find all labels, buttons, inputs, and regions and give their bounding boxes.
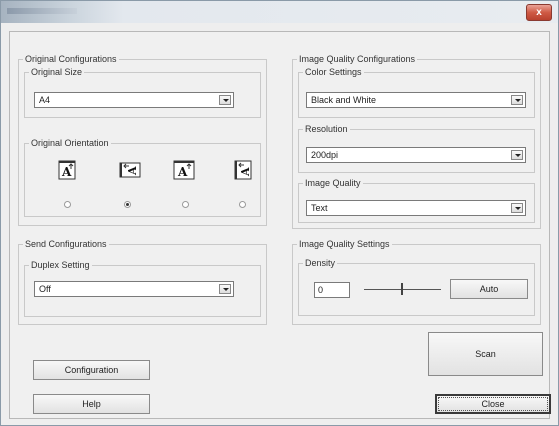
scan-button[interactable]: Scan: [428, 332, 543, 376]
orientation-radio-3[interactable]: [182, 201, 189, 208]
duplex-setting-select[interactable]: Off: [34, 281, 234, 297]
chevron-down-icon[interactable]: [511, 95, 523, 105]
scan-dialog-window: x Original Configurations Original Size …: [0, 0, 559, 426]
image-quality-label: Image Quality: [305, 178, 361, 188]
density-label: Density: [305, 258, 336, 268]
resolution-select[interactable]: 200dpi: [306, 147, 526, 163]
original-size-value: A4: [39, 95, 51, 105]
original-size-select[interactable]: A4: [34, 92, 234, 108]
duplex-setting-label: Duplex Setting: [31, 260, 90, 270]
close-button[interactable]: Close: [435, 394, 551, 414]
title-bar[interactable]: x: [1, 1, 558, 23]
resolution-label: Resolution: [305, 124, 348, 134]
send-configurations-title: Send Configurations: [25, 239, 107, 249]
original-configurations-title: Original Configurations: [25, 54, 117, 64]
landscape-right-orientation-icon[interactable]: A: [232, 160, 254, 180]
portrait-orientation-icon[interactable]: A: [56, 160, 78, 180]
image-quality-select[interactable]: Text: [306, 200, 526, 216]
title-decoration: [7, 8, 77, 14]
svg-text:A: A: [177, 165, 188, 179]
color-settings-label: Color Settings: [305, 67, 362, 77]
image-quality-settings-title: Image Quality Settings: [299, 239, 390, 249]
auto-button[interactable]: Auto: [450, 279, 528, 299]
orientation-radio-2[interactable]: [124, 201, 131, 208]
density-slider-thumb[interactable]: [401, 283, 403, 295]
orientation-radio-4[interactable]: [239, 201, 246, 208]
original-orientation-label: Original Orientation: [31, 138, 109, 148]
chevron-down-icon[interactable]: [511, 150, 523, 160]
configuration-button[interactable]: Configuration: [33, 360, 150, 380]
original-size-label: Original Size: [31, 67, 83, 77]
color-settings-select[interactable]: Black and White: [306, 92, 526, 108]
chevron-down-icon[interactable]: [511, 203, 523, 213]
help-button[interactable]: Help: [33, 394, 150, 414]
chevron-down-icon[interactable]: [219, 95, 231, 105]
window-close-button[interactable]: x: [526, 4, 552, 21]
svg-text:A: A: [61, 165, 72, 179]
portrait-upside-orientation-icon[interactable]: A: [173, 160, 195, 180]
image-quality-value: Text: [311, 203, 328, 213]
dialog-client-area: Original Configurations Original Size A4…: [9, 31, 551, 419]
duplex-setting-value: Off: [39, 284, 51, 294]
orientation-radio-1[interactable]: [64, 201, 71, 208]
chevron-down-icon[interactable]: [219, 284, 231, 294]
density-input[interactable]: 0: [314, 282, 350, 298]
color-settings-value: Black and White: [311, 95, 377, 105]
svg-text:A: A: [126, 166, 139, 176]
image-quality-configurations-title: Image Quality Configurations: [299, 54, 416, 64]
resolution-value: 200dpi: [311, 150, 339, 160]
svg-text:A: A: [239, 167, 252, 177]
landscape-left-orientation-icon[interactable]: A: [119, 160, 141, 180]
